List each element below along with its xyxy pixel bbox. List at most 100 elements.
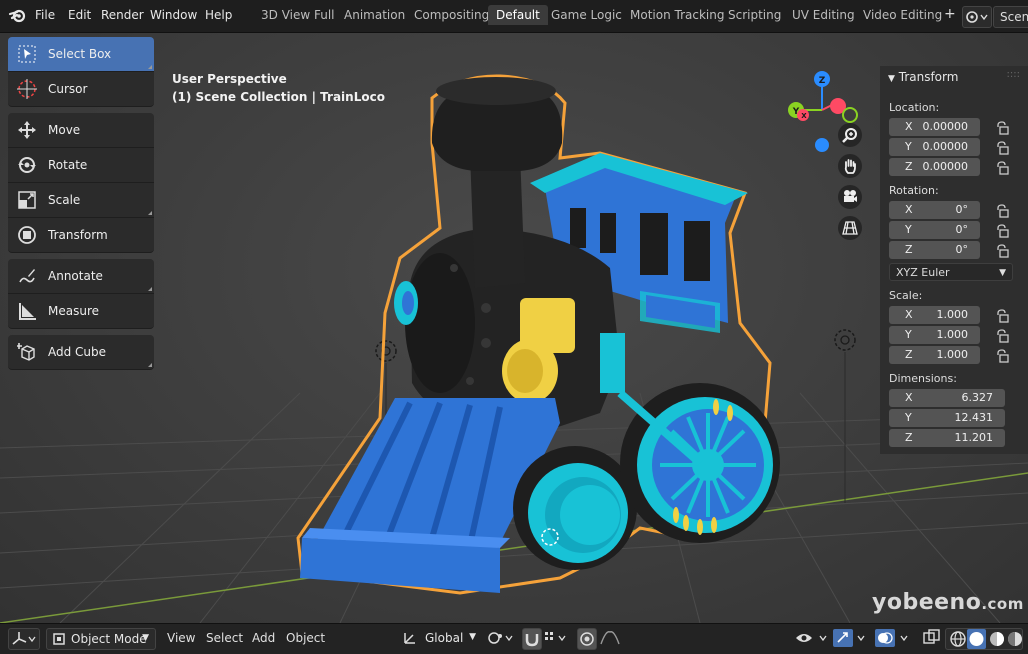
pivot-point-dropdown[interactable]	[486, 628, 518, 650]
add-workspace-button[interactable]: +	[944, 6, 956, 22]
menu-view[interactable]: View	[167, 631, 195, 645]
scale-x-field[interactable]: X 1.000	[889, 306, 980, 324]
gizmo-x-label: X	[801, 112, 807, 120]
transform-panel-header[interactable]: ▼ Transform	[888, 70, 958, 84]
lock-icon[interactable]	[995, 309, 1009, 323]
perspective-toggle-button[interactable]	[838, 216, 862, 240]
menu-window[interactable]: Window	[150, 8, 197, 22]
transform-orientation-dropdown[interactable]: Global ▼	[398, 628, 478, 650]
tool-move[interactable]: Move	[8, 113, 154, 148]
rotation-y-field[interactable]: Y 0°	[889, 221, 980, 239]
tab-video-editing[interactable]: Video Editing	[863, 8, 942, 22]
rotation-z-field[interactable]: Z 0°	[889, 241, 980, 259]
solid-shading-button[interactable]	[967, 629, 986, 649]
rotation-x-field[interactable]: X 0°	[889, 201, 980, 219]
rotation-mode-dropdown[interactable]: XYZ Euler ▼	[889, 263, 1013, 281]
dimensions-y-field[interactable]: Y 12.431	[889, 409, 1005, 427]
dimensions-z-field[interactable]: Z 11.201	[889, 429, 1005, 447]
tool-transform[interactable]: Transform	[8, 218, 154, 253]
lock-icon[interactable]	[995, 161, 1009, 175]
wireframe-shading-icon[interactable]	[949, 630, 967, 648]
tab-animation[interactable]: Animation	[344, 8, 405, 22]
snap-toggle[interactable]	[522, 628, 542, 650]
tab-game-logic[interactable]: Game Logic	[551, 8, 622, 22]
train-locomotive[interactable]	[296, 74, 780, 595]
scale-y-field[interactable]: Y 1.000	[889, 326, 980, 344]
lock-icon[interactable]	[995, 204, 1009, 218]
falloff-dropdown[interactable]	[598, 628, 622, 650]
tool-options-corner	[148, 287, 152, 291]
xray-toggle[interactable]	[922, 628, 942, 650]
material-shading-icon[interactable]	[988, 630, 1006, 648]
menu-select[interactable]: Select	[206, 631, 243, 645]
tab-motion-tracking[interactable]: Motion Tracking	[630, 8, 724, 22]
proportional-editing-toggle[interactable]	[577, 628, 597, 650]
editor-type-selector[interactable]	[8, 628, 40, 650]
hand-icon	[844, 159, 856, 174]
menu-file[interactable]: File	[35, 8, 55, 22]
3d-viewport[interactable]: Z Y X User Perspective (1) Scene Collect…	[0, 33, 1028, 623]
location-x-field[interactable]: X 0.00000	[889, 118, 980, 136]
tool-label: Scale	[48, 193, 81, 207]
tool-scale[interactable]: Scale	[8, 183, 154, 218]
dimensions-x-field[interactable]: X 6.327	[889, 389, 1005, 407]
tool-options-corner	[148, 211, 152, 215]
xray-icon	[923, 629, 940, 644]
menu-edit[interactable]: Edit	[68, 8, 91, 22]
lock-icon[interactable]	[995, 224, 1009, 238]
rendered-shading-icon[interactable]	[1006, 630, 1024, 648]
viewport-header-bar: Object Mode ▼ View Select Add Object Glo…	[0, 623, 1028, 654]
tool-add-cube[interactable]: Add Cube	[8, 335, 154, 370]
location-z-field[interactable]: Z 0.00000	[889, 158, 980, 176]
magnet-icon	[525, 634, 539, 647]
tab-3d-view-full[interactable]: 3D View Full	[261, 8, 335, 22]
visibility-dropdown[interactable]	[794, 628, 832, 650]
tool-select-box[interactable]: Select Box	[8, 37, 154, 72]
scene-selector[interactable]	[962, 6, 992, 28]
pan-button[interactable]	[838, 154, 862, 178]
measure-icon	[16, 300, 38, 322]
camera-view-button[interactable]	[838, 185, 862, 209]
camera-icon	[844, 190, 857, 202]
scale-z-field[interactable]: Z 1.000	[889, 346, 980, 364]
menu-help[interactable]: Help	[205, 8, 232, 22]
add-cube-icon	[16, 341, 38, 363]
light-right	[834, 329, 856, 503]
cab-window-right	[684, 221, 710, 281]
lock-icon[interactable]	[995, 244, 1009, 258]
tool-annotate[interactable]: Annotate	[8, 259, 154, 294]
overlays-dropdown[interactable]	[874, 628, 914, 650]
lock-icon[interactable]	[995, 121, 1009, 135]
tab-default[interactable]: Default	[488, 5, 548, 25]
gizmo-dropdown[interactable]	[832, 628, 870, 650]
tab-compositing[interactable]: Compositing	[414, 8, 489, 22]
location-y-field[interactable]: Y 0.00000	[889, 138, 980, 156]
panel-drag-handle[interactable]: ::::	[1007, 69, 1020, 80]
tool-cursor[interactable]: Cursor	[8, 72, 154, 107]
transform-icon	[16, 224, 38, 246]
chevron-down-icon: ▼	[469, 632, 476, 642]
tool-measure[interactable]: Measure	[8, 294, 154, 329]
chevron-down-icon: ▼	[999, 268, 1006, 278]
menu-render[interactable]: Render	[101, 8, 144, 22]
tool-rotate[interactable]: Rotate	[8, 148, 154, 183]
viewport-subtitle: (1) Scene Collection | TrainLoco	[172, 90, 385, 104]
menu-add[interactable]: Add	[252, 631, 275, 645]
tool-label: Add Cube	[48, 345, 107, 359]
rotate-icon	[16, 154, 38, 176]
zoom-button[interactable]	[838, 123, 862, 147]
lock-icon[interactable]	[995, 141, 1009, 155]
tab-scripting[interactable]: Scripting	[728, 8, 781, 22]
snap-target-dropdown[interactable]	[543, 628, 573, 650]
blender-logo-icon[interactable]	[8, 6, 26, 24]
snap-grid-icon	[545, 632, 566, 642]
menu-object[interactable]: Object	[286, 631, 325, 645]
cursor-icon	[16, 78, 38, 100]
mode-label: Object Mode	[71, 632, 147, 646]
lock-icon[interactable]	[995, 329, 1009, 343]
mode-selector[interactable]: Object Mode ▼	[46, 628, 156, 650]
tool-label: Move	[48, 123, 81, 137]
lock-icon[interactable]	[995, 349, 1009, 363]
tab-uv-editing[interactable]: UV Editing	[792, 8, 855, 22]
scene-name[interactable]: Scene	[993, 6, 1028, 28]
